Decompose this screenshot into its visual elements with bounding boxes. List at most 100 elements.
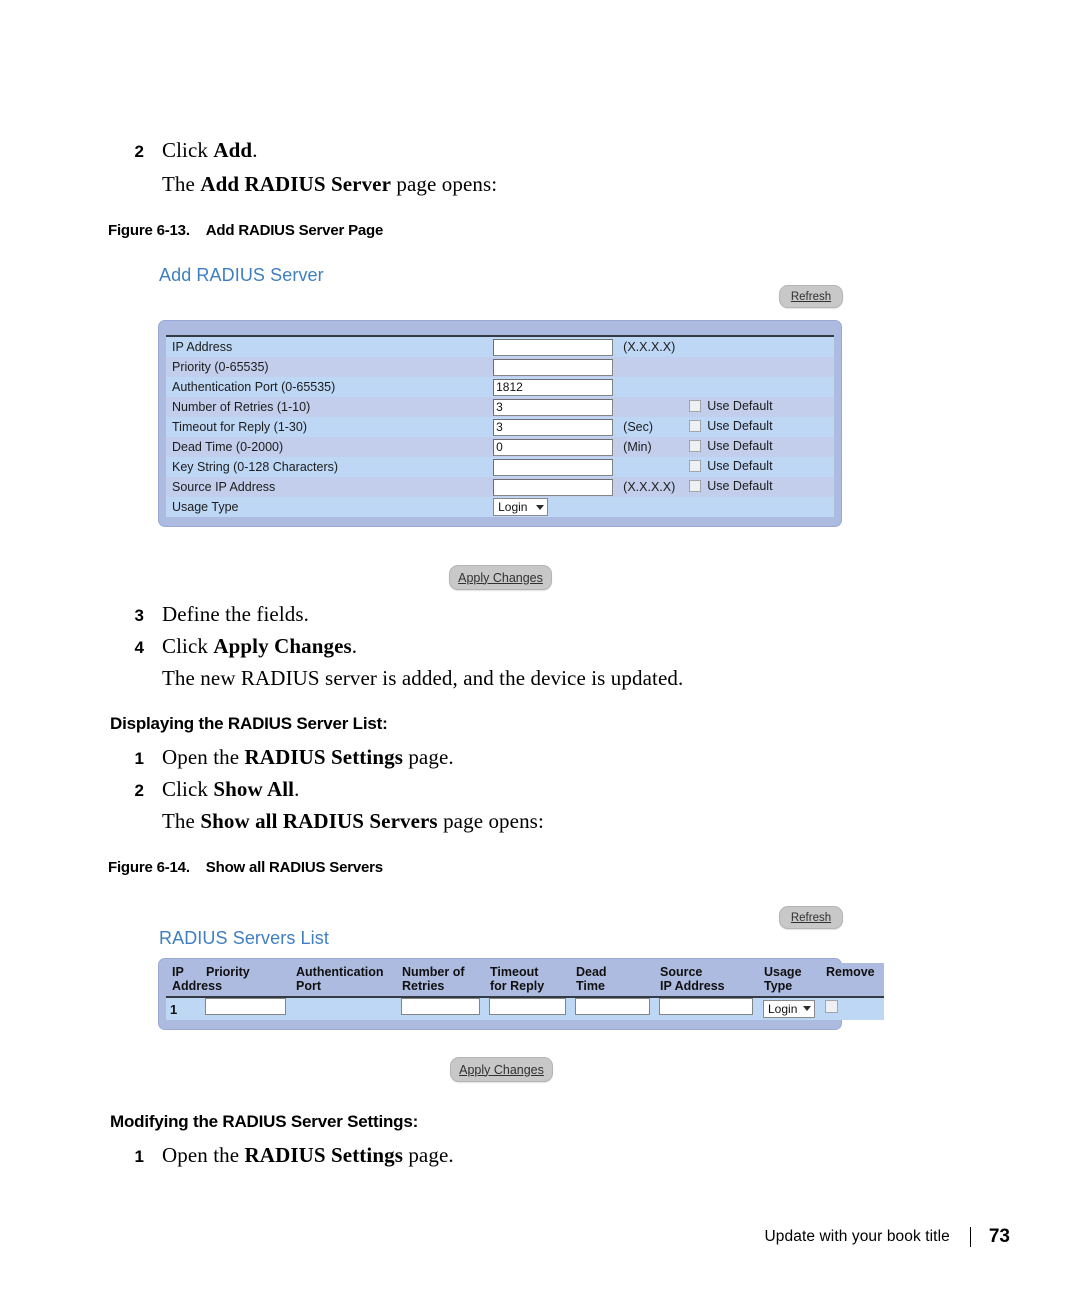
field-timeout-for-reply-cell: 3 — [487, 417, 618, 437]
col-source-ip-address: Source IP Address — [654, 963, 758, 998]
cell-number-of-retries — [396, 997, 484, 1020]
cell-dead-time — [570, 997, 654, 1020]
unit-ip-address: (X.X.X.X) — [617, 336, 684, 357]
step-number: 2 — [134, 781, 144, 800]
field-authentication-port-cell: 1812 — [487, 377, 618, 397]
unit-timeout-for-reply: (Sec) — [617, 417, 684, 437]
table-header-row: IP Address Priority Authentication Port … — [166, 963, 884, 998]
row-remove-checkbox[interactable] — [825, 1000, 838, 1013]
authentication-port-input[interactable]: 1812 — [493, 378, 614, 396]
usage-type-selected-value: Login — [498, 500, 528, 514]
chevron-down-icon — [536, 504, 545, 510]
col-number-of-retries: Number of Retries — [396, 963, 484, 998]
form-row-key-string: Key String (0-128 Characters) Use Defaul… — [166, 457, 834, 477]
chevron-down-icon — [803, 1006, 811, 1012]
use-default-dead-time[interactable]: Use Default — [689, 439, 773, 453]
default-dead-time: Use Default — [683, 437, 834, 457]
add-radius-form-table: IP Address (X.X.X.X) Priority (0-65535) — [166, 335, 834, 517]
use-default-retries-checkbox[interactable] — [689, 400, 702, 412]
step-text: Click Apply Changes. — [162, 634, 358, 658]
figure-number: Figure 6-14. — [108, 859, 190, 876]
label-usage-type: Usage Type — [166, 497, 488, 517]
page-footer: Update with your book title 73 — [0, 1226, 1010, 1248]
step-click-apply-changes: 4 Click Apply Changes. — [118, 634, 358, 659]
form-row-timeout-for-reply: Timeout for Reply (1-30) 3 (Sec) Use Def… — [166, 417, 834, 437]
key-string-input[interactable] — [493, 458, 614, 476]
col-usage-type: Usage Type — [758, 963, 820, 998]
col-dead-time: Dead Time — [570, 963, 654, 998]
refresh-button-list[interactable]: Refresh — [779, 906, 843, 929]
add-radius-server-screenshot: Add RADIUS Server Refresh IP Address (X.… — [150, 258, 850, 590]
footer-page-number: 73 — [988, 1226, 1010, 1247]
field-usage-type-cell: Login — [487, 497, 618, 517]
use-default-key-string-checkbox[interactable] — [689, 460, 702, 472]
form-row-usage-type: Usage Type Login — [166, 497, 834, 517]
default-number-of-retries: Use Default — [683, 397, 834, 417]
cell-timeout-for-reply — [484, 997, 570, 1020]
heading-displaying-radius-server-list: Displaying the RADIUS Server List: — [110, 714, 388, 733]
label-number-of-retries: Number of Retries (1-10) — [166, 397, 488, 417]
use-default-source-ip-checkbox[interactable] — [689, 480, 702, 492]
step-click-add: 2 Click Add. — [118, 138, 258, 163]
form-row-dead-time: Dead Time (0-2000) 0 (Min) Use Default — [166, 437, 834, 457]
document-page: 2 Click Add. The Add RADIUS Server page … — [0, 0, 1080, 1296]
form-row-priority: Priority (0-65535) — [166, 357, 834, 377]
use-default-source-ip[interactable]: Use Default — [689, 479, 773, 493]
use-default-dead-time-checkbox[interactable] — [689, 440, 702, 452]
refresh-button[interactable]: Refresh — [779, 285, 843, 308]
step-text: Open the RADIUS Settings page. — [162, 1143, 454, 1167]
figure-title: Show all RADIUS Servers — [205, 859, 383, 876]
use-default-retries[interactable]: Use Default — [689, 399, 773, 413]
footer-book-title: Update with your book title — [764, 1228, 950, 1245]
use-default-key-string[interactable]: Use Default — [689, 459, 773, 473]
use-default-timeout[interactable]: Use Default — [689, 419, 773, 433]
figure-number: Figure 6-13. — [108, 222, 190, 239]
label-timeout-for-reply: Timeout for Reply (1-30) — [166, 417, 488, 437]
figure-6-14-caption: Figure 6-14. Show all RADIUS Servers — [108, 859, 383, 876]
default-ip-address — [683, 336, 834, 357]
row-index: 1 — [166, 997, 200, 1020]
row-dead-time-input[interactable] — [575, 998, 651, 1015]
step-click-show-all: 2 Click Show All. — [118, 777, 300, 802]
add-radius-form-body: IP Address (X.X.X.X) Priority (0-65535) — [166, 336, 834, 517]
apply-changes-button-list[interactable]: Apply Changes — [450, 1057, 553, 1082]
radius-servers-list-screenshot: Refresh RADIUS Servers List IP Address P… — [150, 898, 884, 1093]
use-default-timeout-label: Use Default — [707, 419, 773, 433]
step-open-radius-settings-2: 1 Open the RADIUS Settings page. — [118, 1143, 454, 1168]
default-priority — [683, 357, 834, 377]
timeout-for-reply-input[interactable]: 3 — [493, 418, 614, 436]
step-text: Click Add. — [162, 138, 258, 162]
default-usage-type — [683, 497, 834, 517]
use-default-key-string-label: Use Default — [707, 459, 773, 473]
apply-changes-button[interactable]: Apply Changes — [449, 565, 552, 590]
apply-changes-button-label: Apply Changes — [458, 570, 543, 585]
step-number: 1 — [134, 749, 144, 768]
row-usage-type-select[interactable]: Login — [763, 999, 815, 1018]
number-of-retries-input[interactable]: 3 — [493, 398, 614, 416]
use-default-timeout-checkbox[interactable] — [689, 420, 702, 432]
label-authentication-port: Authentication Port (0-65535) — [166, 377, 488, 397]
ip-address-input[interactable] — [493, 338, 614, 356]
dead-time-input[interactable]: 0 — [493, 438, 614, 456]
form-row-ip-address: IP Address (X.X.X.X) — [166, 336, 834, 357]
label-source-ip-address: Source IP Address — [166, 477, 488, 497]
unit-authentication-port — [617, 377, 684, 397]
use-default-dead-time-label: Use Default — [707, 439, 773, 453]
label-dead-time: Dead Time (0-2000) — [166, 437, 488, 457]
radius-servers-list-body: 1 Login — [166, 997, 884, 1020]
usage-type-select[interactable]: Login — [493, 498, 549, 516]
label-key-string: Key String (0-128 Characters) — [166, 457, 488, 477]
row-priority-input[interactable] — [205, 998, 286, 1015]
default-key-string: Use Default — [683, 457, 834, 477]
row-source-ip-address-input[interactable] — [659, 998, 754, 1015]
label-priority: Priority (0-65535) — [166, 357, 488, 377]
source-ip-address-input[interactable] — [493, 478, 614, 496]
row-number-of-retries-input[interactable] — [401, 998, 480, 1015]
form-row-number-of-retries: Number of Retries (1-10) 3 Use Default — [166, 397, 834, 417]
step-text: Define the fields. — [162, 602, 309, 626]
row-timeout-for-reply-input[interactable] — [489, 998, 566, 1015]
paragraph-new-server-added: The new RADIUS server is added, and the … — [162, 666, 684, 690]
default-source-ip-address: Use Default — [683, 477, 834, 497]
label-ip-address: IP Address — [166, 336, 488, 357]
priority-input[interactable] — [493, 358, 614, 376]
